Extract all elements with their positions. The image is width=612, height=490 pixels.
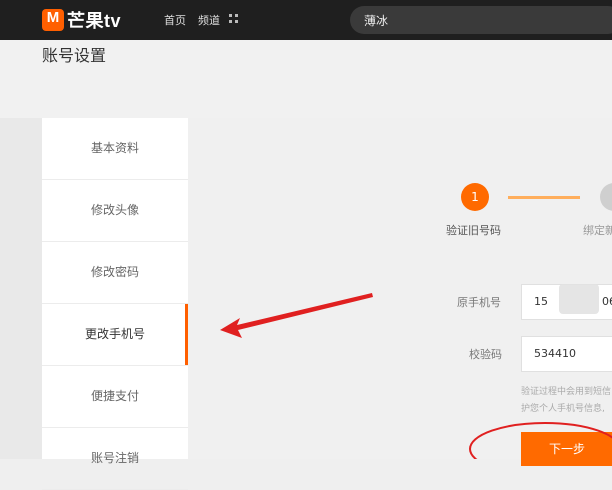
red-circle-annotation xyxy=(469,422,612,459)
annotation-layer xyxy=(220,293,612,459)
red-arrow-annotation xyxy=(220,293,373,338)
